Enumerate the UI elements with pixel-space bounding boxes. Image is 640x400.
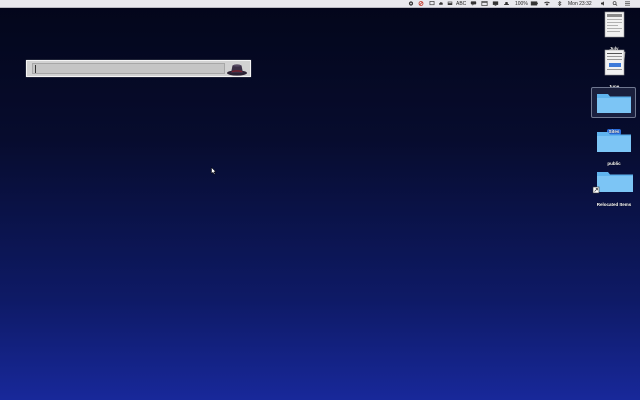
- mouse-pointer-icon: [211, 167, 217, 175]
- desktop-icon-public[interactable]: public: [592, 129, 636, 167]
- folder-icon: [597, 94, 631, 113]
- battery-icon[interactable]: [530, 1, 539, 6]
- status-circle-icon[interactable]: [408, 1, 414, 6]
- input-source-badge[interactable]: ABC: [456, 0, 466, 8]
- desktop-icon-june[interactable]: June: [592, 48, 636, 90]
- desktop-icon-label: public: [607, 161, 621, 166]
- folder-alias-icon: [592, 172, 633, 194]
- wifi-icon[interactable]: [543, 1, 551, 6]
- document-icon: [604, 49, 626, 76]
- desktop-icon-july[interactable]: July: [592, 10, 636, 52]
- chat-icon[interactable]: [470, 1, 477, 6]
- bluetooth-icon[interactable]: [556, 1, 563, 6]
- desktop[interactable]: ABC 100% Mon 23:32 July June Sites publi…: [0, 0, 640, 400]
- no-entry-icon[interactable]: [418, 1, 424, 6]
- alfred-hat-icon[interactable]: [226, 62, 248, 76]
- menu-bar-clock[interactable]: Mon 23:32: [568, 0, 592, 8]
- document-icon: [604, 11, 625, 38]
- keyboard-icon[interactable]: [447, 1, 453, 6]
- desktop-icon-relocated-items[interactable]: Relocated Items: [592, 169, 636, 208]
- display-icon[interactable]: [429, 1, 435, 6]
- notification-center-icon[interactable]: [624, 1, 631, 6]
- text-caret: [35, 65, 36, 73]
- folder-icon: [597, 132, 631, 152]
- launcher-bar: [26, 60, 251, 77]
- hat-icon[interactable]: [503, 1, 510, 6]
- launcher-search-input[interactable]: [32, 63, 225, 74]
- calendar-icon[interactable]: [481, 1, 488, 6]
- battery-percentage[interactable]: 100%: [515, 0, 528, 8]
- menu-bar: ABC 100% Mon 23:32: [0, 0, 640, 8]
- spotlight-search-icon[interactable]: [612, 1, 618, 6]
- volume-icon[interactable]: [600, 1, 607, 6]
- desktop-icon-label: Relocated Items: [596, 202, 632, 207]
- screen-icon[interactable]: [492, 1, 499, 6]
- cloud-icon[interactable]: [438, 1, 444, 6]
